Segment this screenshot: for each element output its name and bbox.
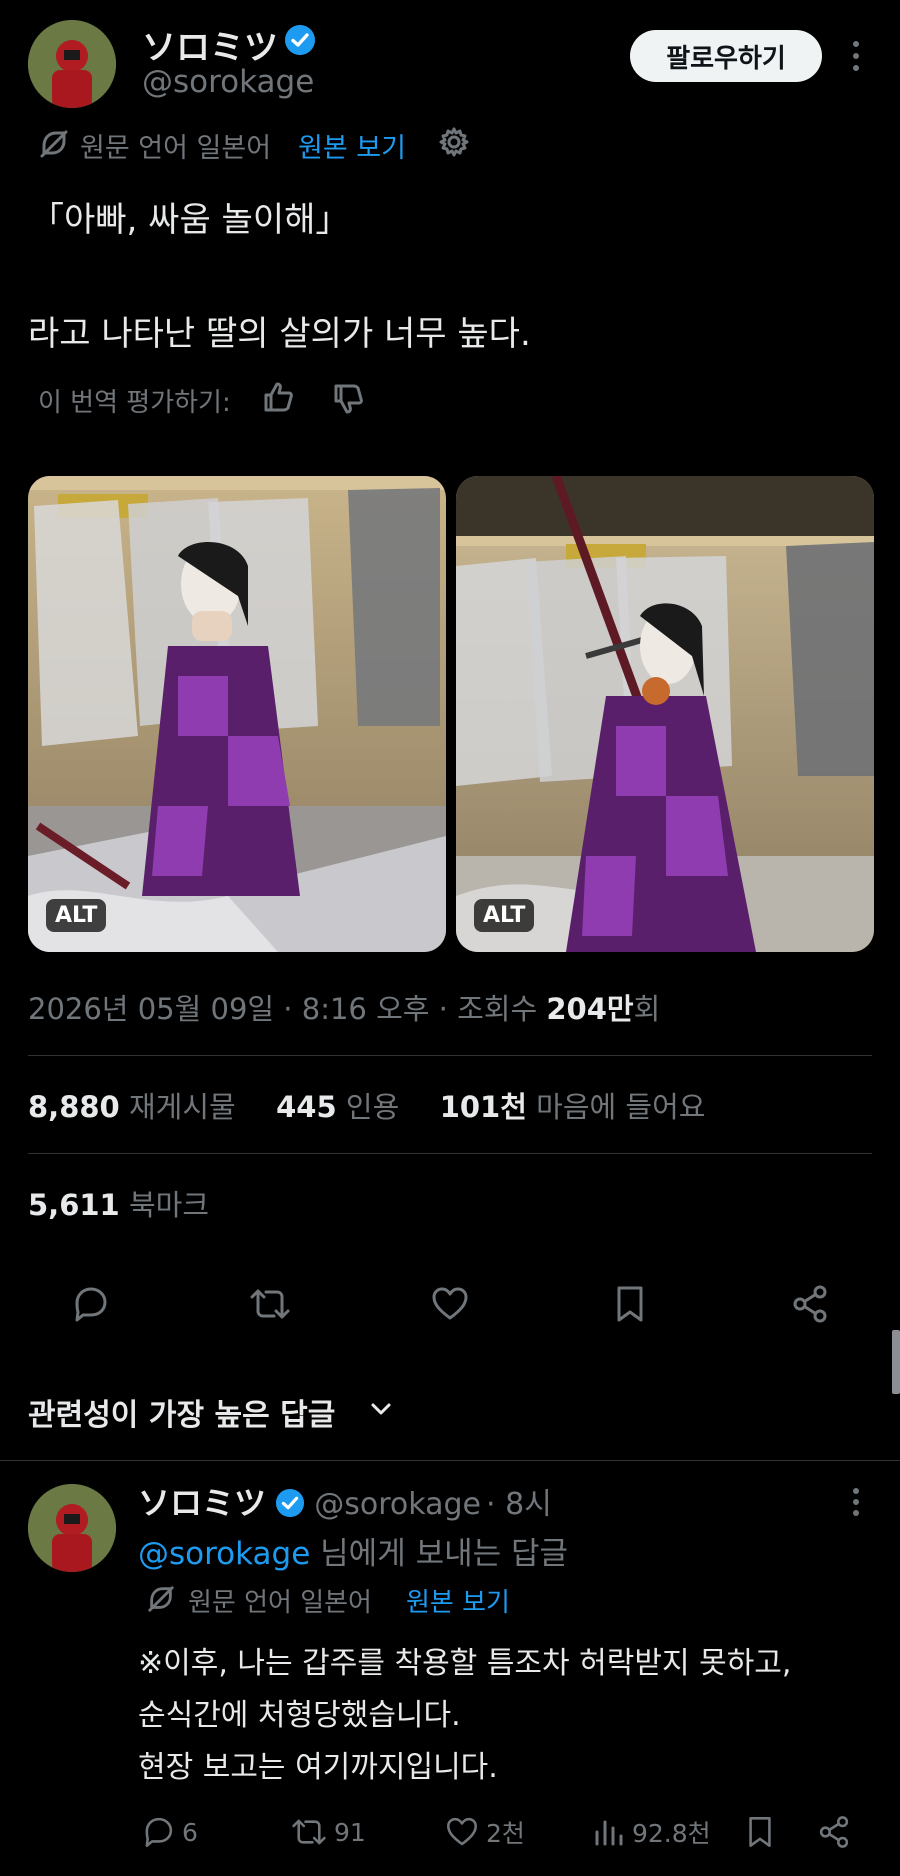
reply-translate-icon (146, 1584, 176, 1618)
reply-text-line-2: 순식간에 처형당했습니다. (138, 1698, 461, 1733)
alt-badge-1[interactable]: ALT (46, 899, 107, 932)
verified-badge-icon (284, 24, 316, 60)
tweet-photo-2[interactable]: ALT (456, 476, 874, 952)
reply-author-name[interactable]: ソロミツ (138, 1484, 266, 1522)
reply-heart-icon (447, 1817, 477, 1846)
bookmarks-stat[interactable]: 5,611 북마크 (28, 1182, 209, 1224)
reply-author-handle[interactable]: @sorokage (314, 1487, 481, 1522)
divider-2 (28, 1153, 872, 1154)
tweet-datetime: 2026년 05월 09일 · 8:16 오후 · 조회수 (28, 992, 547, 1026)
reply-to-line: @sorokage 님에게 보내는 답글 (138, 1528, 568, 1573)
views-suffix: 회 (633, 992, 661, 1026)
tweet-timestamp-views[interactable]: 2026년 05월 09일 · 8:16 오후 · 조회수 204만회 (28, 986, 660, 1028)
bookmarks-label: 북마크 (128, 1188, 209, 1222)
reply-time[interactable]: · 8시 (486, 1487, 552, 1522)
reply-to-handle[interactable]: @sorokage (138, 1536, 310, 1572)
translate-icon (38, 128, 70, 164)
bookmark-icon (617, 1286, 643, 1322)
divider-3 (0, 1460, 900, 1461)
reply-text-line-3: 현장 보고는 여기까지입니다. (138, 1750, 498, 1785)
share-button[interactable] (786, 1280, 834, 1328)
author-name[interactable]: ソロミツ (142, 20, 278, 69)
reply-views-count: 92.8천 (632, 1819, 711, 1848)
reply-retweet-icon (292, 1819, 326, 1845)
tweet-photo-1[interactable]: ALT (28, 476, 446, 952)
reply-views-icon (595, 1820, 623, 1846)
divider-1 (28, 1055, 872, 1056)
alt-badge-2[interactable]: ALT (474, 899, 535, 932)
reply-bookmark-button[interactable] (742, 1814, 778, 1854)
engagement-stats: 8,880 재게시물 445 인용 101천 마음에 들어요 (28, 1084, 705, 1126)
reply-bookmark-icon (749, 1817, 771, 1847)
reply-replies-count: 6 (182, 1817, 198, 1847)
reply-translation-note: 원문 언어 일본어 (188, 1588, 372, 1618)
reply-retweet-button[interactable]: 91 (290, 1814, 366, 1850)
thumbs-up-icon[interactable] (262, 380, 296, 418)
reply-likes-count: 2천 (486, 1819, 525, 1848)
reply-header: ソロミツ @sorokage · 8시 (138, 1478, 552, 1524)
reply-share-button[interactable] (816, 1814, 852, 1854)
scrollbar-thumb[interactable] (892, 1330, 900, 1394)
reply-text-line-1: ※이후, 나는 갑주를 착용할 틈조차 허락받지 못하고, (138, 1646, 792, 1681)
reply-button[interactable] (66, 1280, 114, 1328)
views-count: 204만 (546, 992, 634, 1026)
follow-button[interactable]: 팔로우하기 (630, 30, 822, 82)
quotes-count[interactable]: 445 (276, 1090, 337, 1124)
bookmarks-count: 5,611 (28, 1188, 120, 1222)
translation-settings-gear-icon[interactable] (438, 126, 470, 162)
replies-sort-label[interactable]: 관련성이 가장 높은 답글 (28, 1390, 335, 1434)
reply-author-avatar[interactable] (28, 1484, 116, 1572)
retweet-button[interactable] (246, 1280, 294, 1328)
reply-show-original-link[interactable]: 원본 보기 (406, 1582, 510, 1619)
reply-to-suffix: 님에게 보내는 답글 (310, 1536, 569, 1572)
thumbs-down-icon[interactable] (332, 382, 366, 420)
tweet-text-line-1: 「아빠, 싸움 놀이해」 (30, 200, 350, 240)
heart-icon (432, 1287, 468, 1320)
author-handle[interactable]: @sorokage (142, 64, 314, 100)
reply-like-button[interactable]: 2천 (444, 1814, 525, 1850)
more-options-icon[interactable] (846, 38, 866, 78)
reply-retweets-count: 91 (334, 1817, 366, 1847)
translation-note: 원문 언어 일본어 (80, 133, 272, 164)
show-original-link[interactable]: 원본 보기 (298, 126, 406, 165)
like-button[interactable] (426, 1280, 474, 1328)
reply-reply-icon (145, 1817, 173, 1847)
retweets-count[interactable]: 8,880 (28, 1090, 120, 1124)
author-avatar[interactable] (28, 20, 116, 108)
chevron-down-icon[interactable] (366, 1394, 396, 1428)
retweet-icon (250, 1289, 290, 1319)
bookmark-button[interactable] (606, 1280, 654, 1328)
likes-count[interactable]: 101천 (440, 1090, 527, 1124)
reply-icon (75, 1287, 107, 1322)
likes-label[interactable]: 마음에 들어요 (536, 1090, 705, 1124)
tweet-text-line-2: 라고 나타난 딸의 살의가 너무 높다. (28, 314, 531, 354)
rate-translation-label: 이 번역 평가하기: (38, 388, 231, 418)
quotes-label[interactable]: 인용 (346, 1090, 399, 1124)
share-icon (793, 1285, 827, 1323)
reply-reply-button[interactable]: 6 (140, 1814, 198, 1850)
reply-more-options-icon[interactable] (846, 1486, 866, 1522)
reply-share-icon (819, 1816, 849, 1848)
reply-verified-badge-icon (275, 1488, 305, 1522)
reply-views-button[interactable]: 92.8천 (592, 1814, 711, 1850)
retweets-label[interactable]: 재게시물 (129, 1090, 236, 1124)
